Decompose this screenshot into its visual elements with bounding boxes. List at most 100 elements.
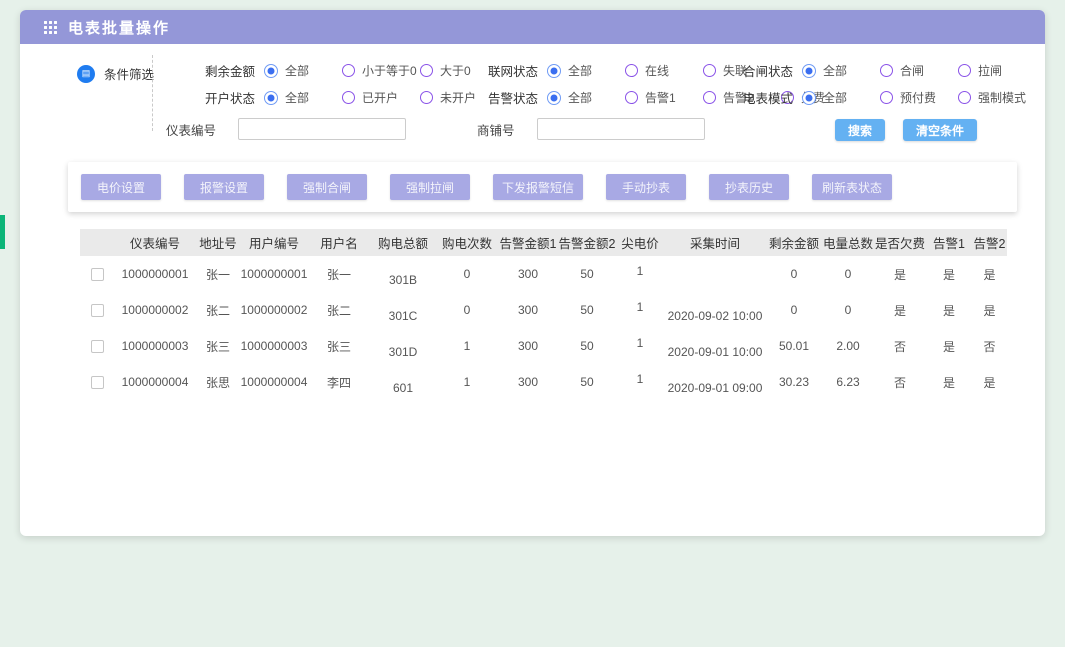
radio-selected-icon[interactable] <box>264 91 278 105</box>
table-cell: 是 <box>972 292 1007 328</box>
row-checkbox[interactable] <box>91 268 104 281</box>
table-cell: 张思 <box>196 364 240 400</box>
shop-number-input[interactable] <box>537 118 705 140</box>
radio-option[interactable]: 全部 <box>547 89 613 106</box>
radio-unselected-icon[interactable] <box>703 91 716 104</box>
radio-unselected-icon[interactable] <box>625 91 638 104</box>
cell-value: 2020-09-02 10:00 <box>668 309 763 323</box>
radio-option-label: 预付费 <box>900 89 936 106</box>
toolbar-button-0[interactable]: 电价设置 <box>81 174 161 200</box>
filter-group-0: 剩余金额全部小于等于0大于0 <box>205 61 488 80</box>
radio-unselected-icon[interactable] <box>880 64 893 77</box>
radio-option[interactable]: 全部 <box>264 89 330 106</box>
cell-value: 1000000002 <box>122 303 189 317</box>
radio-unselected-icon[interactable] <box>342 64 355 77</box>
radio-option[interactable]: 大于0 <box>420 62 486 79</box>
meter-number-input[interactable] <box>238 118 406 140</box>
grid-menu-icon[interactable] <box>44 21 57 34</box>
cell-value: 50 <box>580 375 593 389</box>
column-header: 购电总额 <box>370 229 436 256</box>
search-button[interactable]: 搜索 <box>835 119 885 141</box>
table-cell: 6.23 <box>822 364 874 400</box>
radio-unselected-icon[interactable] <box>703 64 716 77</box>
radio-option[interactable]: 全部 <box>264 62 330 79</box>
radio-option[interactable]: 告警1 <box>625 89 691 106</box>
toolbar-button-2[interactable]: 强制合闸 <box>287 174 367 200</box>
table-cell: 是 <box>926 256 972 292</box>
cell-value: 张三 <box>327 340 351 354</box>
radio-option[interactable]: 拉闸 <box>958 62 1024 79</box>
filter-group-label: 开户状态 <box>205 88 255 107</box>
radio-selected-icon[interactable] <box>547 91 561 105</box>
filter-group-3: 开户状态 全部 已开户未开户 <box>205 88 488 107</box>
table-cell: 是 <box>972 364 1007 400</box>
toolbar-button-6[interactable]: 抄表历史 <box>709 174 789 200</box>
radio-option-label: 全部 <box>568 62 592 79</box>
filter-group-label: 联网状态 <box>488 61 538 80</box>
cell-value: 50 <box>580 267 593 281</box>
radio-option[interactable]: 预付费 <box>880 89 946 106</box>
radio-selected-icon[interactable] <box>802 64 816 78</box>
table-cell: 301C <box>370 292 436 328</box>
table-cell: 0 <box>436 292 498 328</box>
radio-option-label: 小于等于0 <box>362 62 417 79</box>
column-header: 是否欠费 <box>874 229 926 256</box>
radio-selected-icon[interactable] <box>264 64 278 78</box>
radio-option[interactable]: 已开户 <box>342 89 408 106</box>
table-cell: 是 <box>926 364 972 400</box>
clear-conditions-button[interactable]: 清空条件 <box>903 119 977 141</box>
row-checkbox[interactable] <box>91 340 104 353</box>
filter-actions: 搜索 清空条件 <box>835 119 977 141</box>
radio-unselected-icon[interactable] <box>420 64 433 77</box>
cell-value: 300 <box>518 303 538 317</box>
row-checkbox[interactable] <box>91 376 104 389</box>
radio-option[interactable]: 合闸 <box>880 62 946 79</box>
radio-unselected-icon[interactable] <box>625 64 638 77</box>
table-row: 1000000003张三1000000003张三301D13005012020-… <box>80 328 1007 364</box>
radio-selected-icon[interactable] <box>802 91 816 105</box>
cell-value: 是 <box>943 340 955 354</box>
cell-value: 1000000002 <box>241 303 308 317</box>
table-cell: 1 <box>616 292 664 328</box>
table-cell: 0 <box>822 256 874 292</box>
toolbar-button-4[interactable]: 下发报警短信 <box>493 174 583 200</box>
radio-option[interactable]: 全部 <box>547 62 613 79</box>
cell-value: 601 <box>393 381 413 395</box>
radio-selected-icon[interactable] <box>547 64 561 78</box>
toolbar-button-5[interactable]: 手动抄表 <box>606 174 686 200</box>
radio-unselected-icon[interactable] <box>342 91 355 104</box>
cell-value: 2.00 <box>836 339 859 353</box>
filter-badge: ▤ 条件筛选 <box>77 64 154 83</box>
table-cell: 2020-09-01 10:00 <box>664 328 766 364</box>
radio-option[interactable]: 在线 <box>625 62 691 79</box>
table-cell: 1 <box>616 364 664 400</box>
radio-unselected-icon[interactable] <box>880 91 893 104</box>
batch-action-toolbar: 电价设置报警设置强制合闸强制拉闸下发报警短信手动抄表抄表历史刷新表状态 <box>68 162 1017 212</box>
filter-group-label: 剩余金额 <box>205 61 255 80</box>
radio-unselected-icon[interactable] <box>958 64 971 77</box>
radio-unselected-icon[interactable] <box>420 91 433 104</box>
row-checkbox[interactable] <box>91 304 104 317</box>
radio-option[interactable]: 全部 <box>802 62 868 79</box>
table-cell: 1000000002 <box>114 292 196 328</box>
toolbar-button-7[interactable]: 刷新表状态 <box>812 174 892 200</box>
toolbar-button-1[interactable]: 报警设置 <box>184 174 264 200</box>
table-cell: 300 <box>498 328 558 364</box>
cell-value: 1000000001 <box>122 267 189 281</box>
table-cell: 1000000001 <box>114 256 196 292</box>
radio-unselected-icon[interactable] <box>958 91 971 104</box>
radio-option[interactable]: 小于等于0 <box>342 62 408 79</box>
toolbar-button-3[interactable]: 强制拉闸 <box>390 174 470 200</box>
radio-option[interactable]: 未开户 <box>420 89 486 106</box>
table-cell: 张二 <box>196 292 240 328</box>
select-cell <box>80 292 114 328</box>
cell-value: 0 <box>791 303 798 317</box>
radio-option-label: 全部 <box>285 89 309 106</box>
cell-value: 301B <box>389 273 417 287</box>
select-cell <box>80 364 114 400</box>
radio-option[interactable]: 全部 <box>802 89 868 106</box>
radio-option[interactable]: 强制模式 <box>958 89 1026 106</box>
table-cell: 0 <box>436 256 498 292</box>
table-cell: 是 <box>926 292 972 328</box>
table-cell: 1000000003 <box>240 328 308 364</box>
